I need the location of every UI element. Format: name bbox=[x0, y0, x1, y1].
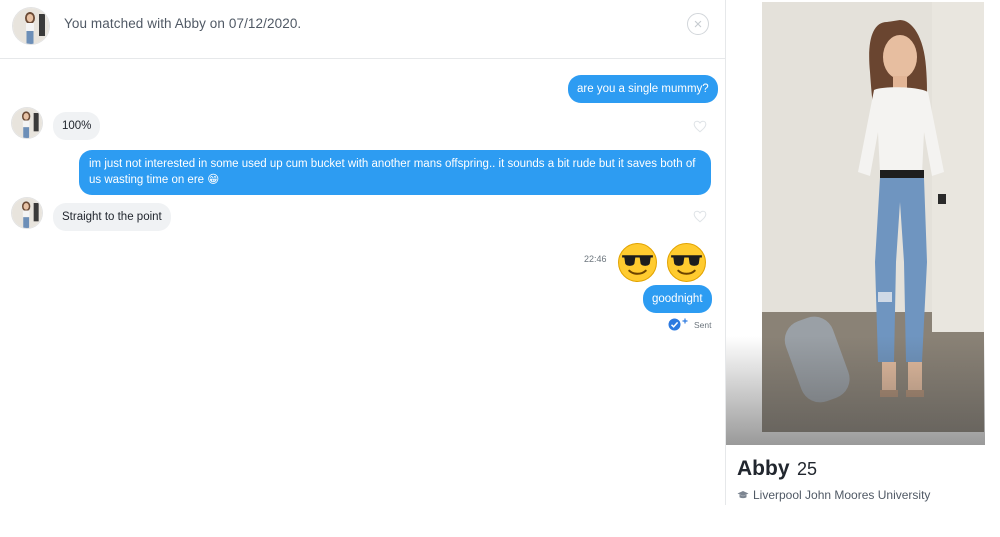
profile-name: Abby bbox=[737, 457, 790, 480]
sunglasses-emoji-icon bbox=[667, 243, 706, 282]
profile-school: Liverpool John Moores University bbox=[737, 488, 930, 502]
close-icon[interactable]: × bbox=[687, 13, 709, 35]
graduation-cap-icon bbox=[737, 491, 749, 499]
match-avatar[interactable] bbox=[13, 8, 49, 44]
chat-panel: You matched with Abby on 07/12/2020. × a… bbox=[0, 0, 725, 537]
like-heart-icon[interactable] bbox=[693, 210, 707, 223]
photo-gradient bbox=[726, 336, 985, 445]
message-bubble-incoming: Straight to the point bbox=[53, 203, 171, 231]
sunglasses-emoji-icon bbox=[618, 243, 657, 282]
profile-name-line: Abby 25 bbox=[737, 457, 817, 481]
school-name: Liverpool John Moores University bbox=[753, 488, 931, 502]
sent-status: Sent bbox=[668, 318, 712, 331]
profile-age: 25 bbox=[796, 459, 817, 479]
like-heart-icon[interactable] bbox=[693, 120, 707, 133]
message-timestamp: 22:46 bbox=[584, 254, 607, 264]
sent-plus-icon bbox=[682, 318, 688, 324]
profile-photo-container[interactable] bbox=[726, 0, 985, 445]
message-bubble-incoming: 100% bbox=[53, 112, 101, 140]
sent-check-icon bbox=[668, 318, 681, 331]
sent-label: Sent bbox=[694, 319, 712, 330]
message-bubble-outgoing: im just not interested in some used up c… bbox=[79, 150, 711, 195]
match-header: You matched with Abby on 07/12/2020. × bbox=[0, 0, 725, 59]
match-info-text: You matched with Abby on 07/12/2020. bbox=[64, 16, 302, 31]
sender-avatar[interactable] bbox=[12, 198, 42, 228]
profile-panel: Abby 25 Liverpool John Moores University bbox=[726, 0, 985, 505]
message-bubble-outgoing: are you a single mummy? bbox=[568, 75, 718, 103]
message-bubble-outgoing: goodnight bbox=[643, 285, 712, 313]
sender-avatar[interactable] bbox=[12, 108, 42, 138]
